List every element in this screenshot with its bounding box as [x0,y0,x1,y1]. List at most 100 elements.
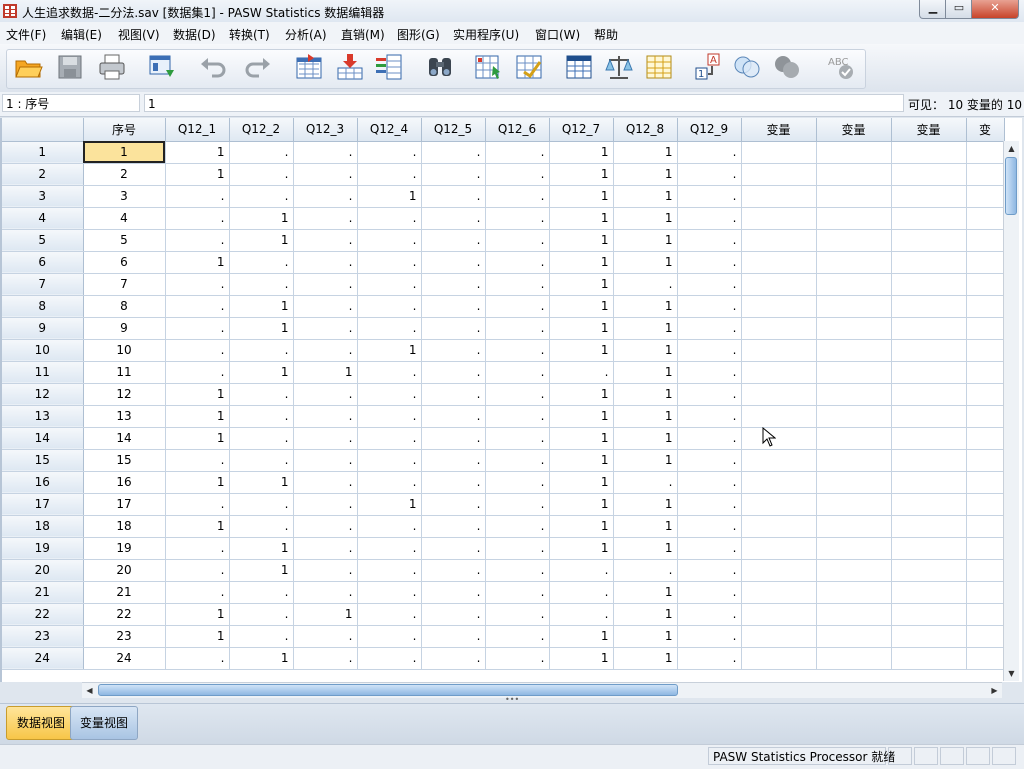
data-cell[interactable]: 1 [549,185,614,208]
data-cell[interactable]: . [357,317,422,340]
data-cell[interactable]: 1 [613,185,678,208]
data-cell[interactable]: . [485,361,550,384]
empty-cell[interactable] [966,625,1005,648]
data-cell[interactable]: . [485,339,550,362]
data-cell[interactable]: . [677,383,742,406]
value-labels-icon[interactable]: A1 [694,52,724,82]
data-cell[interactable]: . [357,449,422,472]
data-cell[interactable]: . [293,163,358,186]
empty-cell[interactable] [741,251,817,274]
row-number[interactable]: 22 [2,603,84,626]
empty-cell[interactable] [966,537,1005,560]
data-cell[interactable]: . [421,251,486,274]
data-cell[interactable]: . [677,273,742,296]
cell-seq[interactable]: 22 [83,603,166,626]
data-cell[interactable]: . [613,559,678,582]
empty-cell[interactable] [741,515,817,538]
cell-seq[interactable]: 1 [83,141,166,164]
data-cell[interactable]: 1 [549,515,614,538]
data-cell[interactable]: 1 [357,339,422,362]
column-header[interactable]: Q12_3 [293,118,358,142]
data-cell[interactable]: . [165,647,230,670]
menu-help[interactable]: 帮助 [594,26,618,43]
empty-cell[interactable] [816,383,892,406]
data-cell[interactable]: . [293,141,358,164]
data-cell[interactable]: 1 [357,185,422,208]
save-icon[interactable] [55,52,85,82]
empty-cell[interactable] [891,581,967,604]
empty-cell[interactable] [891,625,967,648]
row-number[interactable]: 10 [2,339,84,362]
data-cell[interactable]: 1 [549,207,614,230]
data-cell[interactable]: . [357,405,422,428]
data-cell[interactable]: . [485,383,550,406]
menu-transform[interactable]: 转换(T) [229,26,270,43]
data-cell[interactable]: . [677,141,742,164]
empty-cell[interactable] [816,471,892,494]
empty-cell[interactable] [816,625,892,648]
data-cell[interactable]: 1 [229,229,294,252]
row-number[interactable]: 12 [2,383,84,406]
empty-cell[interactable] [741,603,817,626]
row-number[interactable]: 3 [2,185,84,208]
empty-variable-header[interactable]: 变量 [741,118,817,142]
data-cell[interactable]: . [357,229,422,252]
insert-variable-icon[interactable] [514,52,544,82]
data-cell[interactable]: . [421,295,486,318]
row-number[interactable]: 19 [2,537,84,560]
empty-cell[interactable] [891,185,967,208]
row-number[interactable]: 23 [2,625,84,648]
data-cell[interactable]: 1 [293,361,358,384]
cell-seq[interactable]: 14 [83,427,166,450]
cell-seq[interactable]: 3 [83,185,166,208]
empty-cell[interactable] [816,251,892,274]
horizontal-scroll-thumb[interactable] [98,684,678,696]
data-cell[interactable]: . [421,515,486,538]
data-cell[interactable]: . [293,251,358,274]
data-cell[interactable]: . [421,207,486,230]
empty-cell[interactable] [741,405,817,428]
data-cell[interactable]: . [485,537,550,560]
empty-cell[interactable] [891,251,967,274]
menu-graphs[interactable]: 图形(G) [397,26,440,43]
cell-seq[interactable]: 18 [83,515,166,538]
row-number[interactable]: 17 [2,493,84,516]
data-cell[interactable]: 1 [229,559,294,582]
empty-cell[interactable] [966,229,1005,252]
column-header[interactable]: 序号 [83,118,166,142]
dialog-recall-icon[interactable] [147,52,177,82]
cell-seq[interactable]: 24 [83,647,166,670]
data-cell[interactable]: . [421,339,486,362]
menu-direct-marketing[interactable]: 直销(M) [341,26,385,43]
empty-cell[interactable] [891,339,967,362]
empty-cell[interactable] [966,339,1005,362]
data-cell[interactable]: . [485,603,550,626]
data-cell[interactable]: 1 [549,295,614,318]
data-cell[interactable]: 1 [165,383,230,406]
data-cell[interactable]: . [421,471,486,494]
empty-cell[interactable] [816,603,892,626]
empty-cell[interactable] [891,295,967,318]
cell-value-input[interactable]: 1 [144,94,904,112]
data-cell[interactable]: . [357,537,422,560]
data-cell[interactable]: . [293,515,358,538]
data-cell[interactable]: 1 [613,537,678,560]
data-cell[interactable]: . [421,537,486,560]
data-cell[interactable]: . [485,471,550,494]
empty-cell[interactable] [741,317,817,340]
cell-seq[interactable]: 9 [83,317,166,340]
empty-cell[interactable] [891,383,967,406]
data-cell[interactable]: . [357,251,422,274]
empty-variable-header[interactable]: 变量 [891,118,967,142]
data-cell[interactable]: 1 [229,317,294,340]
data-cell[interactable]: 1 [549,229,614,252]
data-cell[interactable]: . [485,229,550,252]
data-cell[interactable]: . [677,405,742,428]
data-cell[interactable]: . [677,295,742,318]
data-cell[interactable]: 1 [165,515,230,538]
data-cell[interactable]: . [421,603,486,626]
empty-cell[interactable] [966,449,1005,472]
row-number[interactable]: 15 [2,449,84,472]
menu-utilities[interactable]: 实用程序(U) [453,26,519,43]
empty-cell[interactable] [741,625,817,648]
